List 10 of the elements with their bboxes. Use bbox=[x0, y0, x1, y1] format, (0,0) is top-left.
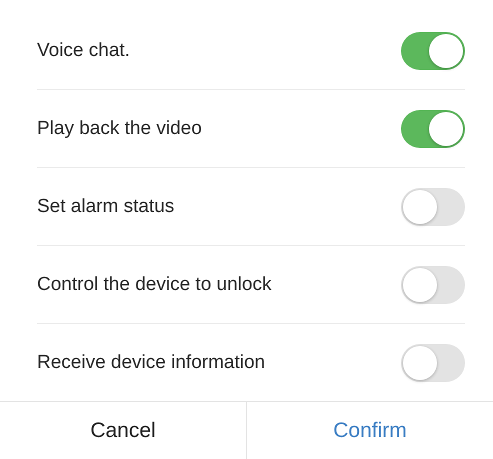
setting-label: Play back the video bbox=[37, 118, 202, 140]
toggle-switch[interactable] bbox=[401, 110, 465, 148]
setting-label: Set alarm status bbox=[37, 196, 174, 218]
setting-label: Receive device information bbox=[37, 352, 266, 374]
toggle-switch[interactable] bbox=[401, 32, 465, 70]
toggle-switch[interactable] bbox=[401, 344, 465, 382]
toggle-switch[interactable] bbox=[401, 266, 465, 304]
toggle-switch[interactable] bbox=[401, 188, 465, 226]
setting-label: Control the device to unlock bbox=[37, 274, 272, 296]
setting-label: Voice chat. bbox=[37, 40, 130, 62]
